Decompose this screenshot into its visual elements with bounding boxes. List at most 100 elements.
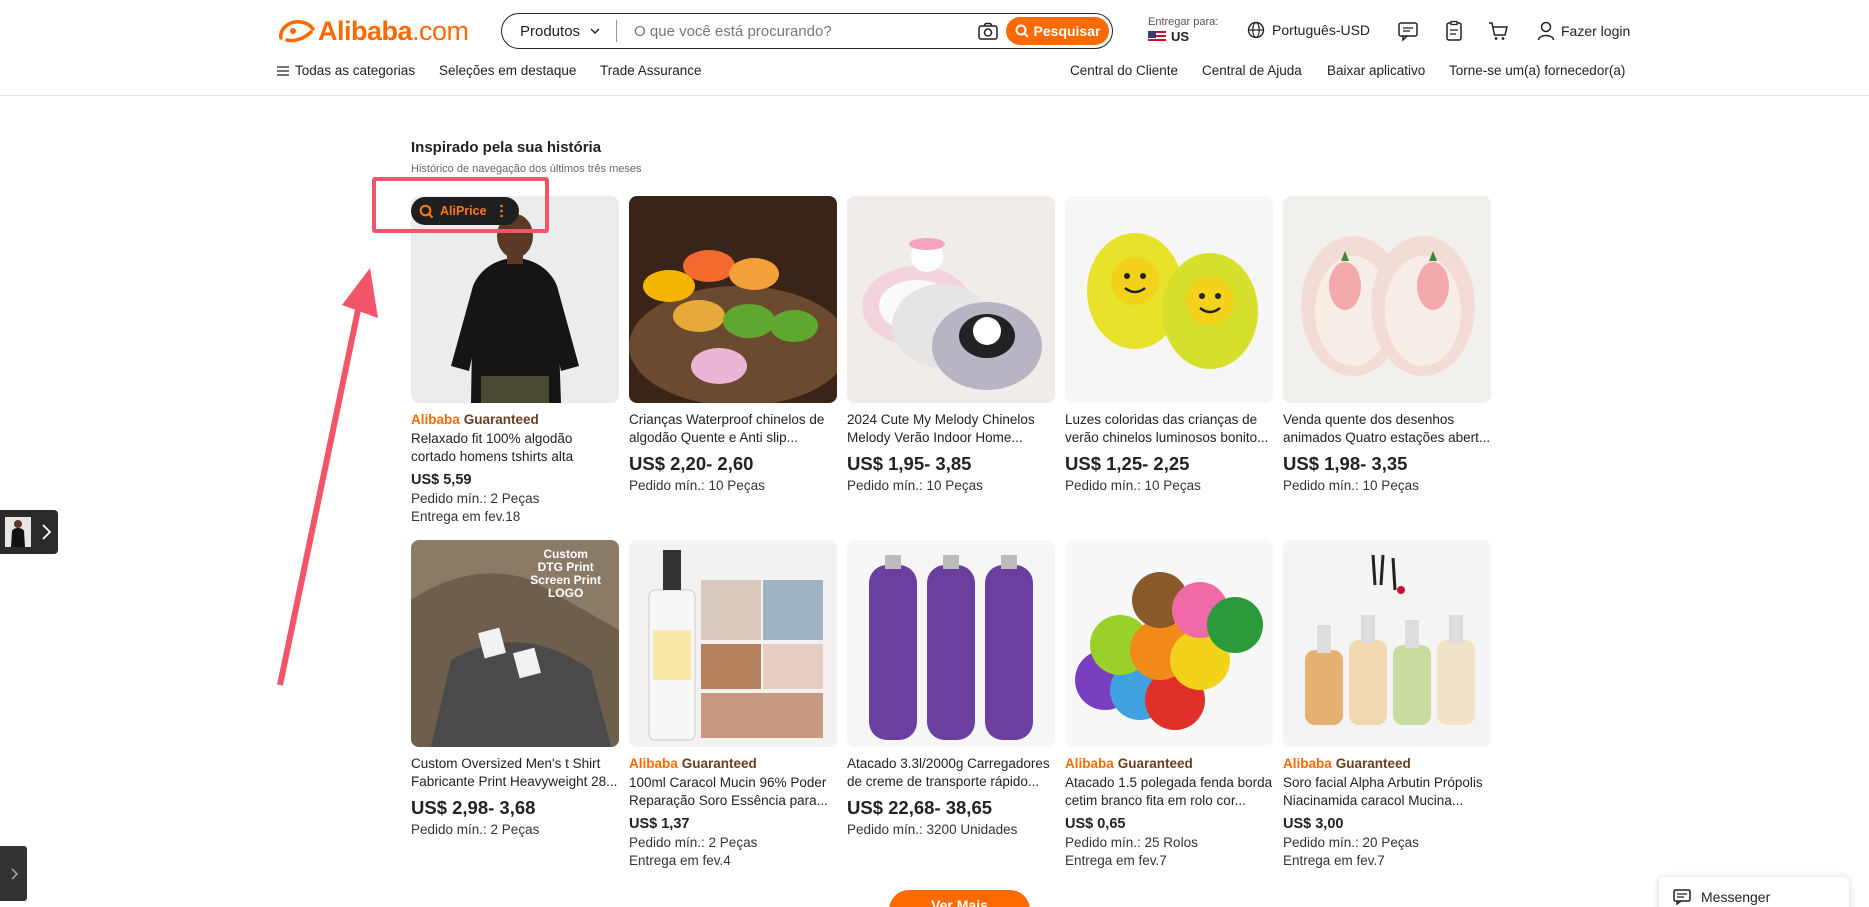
product-title[interactable]: Atacado 1.5 polegada fenda borda cetim b… — [1065, 774, 1273, 810]
product-title[interactable]: Custom Oversized Men's t Shirt Fabricant… — [411, 755, 619, 791]
nav-download-app[interactable]: Baixar aplicativo — [1327, 63, 1425, 78]
product-delivery: Entrega em fev.7 — [1065, 853, 1167, 868]
product-card[interactable]: Luzes coloridas das crianças de verão ch… — [1065, 196, 1273, 493]
product-price: US$ 22,68- 38,65 — [847, 797, 993, 818]
product-title[interactable]: Venda quente dos desenhos animados Quatr… — [1283, 411, 1491, 447]
product-title[interactable]: 2024 Cute My Melody Chinelos Melody Verã… — [847, 411, 1055, 447]
product-title[interactable]: Crianças Waterproof chinelos de algodão … — [629, 411, 837, 447]
login-link[interactable]: Fazer login — [1537, 21, 1630, 41]
view-more-button[interactable]: Ver Mais — [889, 890, 1030, 907]
sidebar-toggle[interactable] — [0, 846, 27, 901]
search-button-label: Pesquisar — [1033, 23, 1101, 39]
product-title[interactable]: 100ml Caracol Mucin 96% Poder Reparação … — [629, 774, 837, 810]
product-delivery: Entrega em fev.7 — [1283, 853, 1385, 868]
deliver-label: Entregar para: — [1148, 16, 1219, 28]
product-moq: Pedido mín.: 10 Peças — [629, 478, 765, 493]
language-selector[interactable]: Português-USD — [1247, 21, 1370, 39]
product-moq: Pedido mín.: 3200 Unidades — [847, 822, 1018, 837]
product-image[interactable] — [629, 540, 837, 747]
language-label: Português-USD — [1272, 22, 1371, 38]
alibaba-logo[interactable]: Alibaba.com — [277, 14, 469, 48]
product-moq: Pedido mín.: 2 Peças — [629, 835, 758, 850]
product-image[interactable]: Custom DTG Print Screen Print LOGO — [411, 540, 619, 747]
nav-become-supplier[interactable]: Torne-se um(a) fornecedor(a) — [1449, 63, 1625, 78]
product-card[interactable]: 2024 Cute My Melody Chinelos Melody Verã… — [847, 196, 1055, 493]
recent-viewed-widget[interactable] — [0, 510, 58, 554]
badge-brand: Alibaba — [1283, 756, 1332, 771]
product-card[interactable]: Venda quente dos desenhos animados Quatr… — [1283, 196, 1491, 493]
deliver-to[interactable]: Entregar para: US — [1148, 15, 1218, 44]
annotation-arrow — [277, 268, 378, 686]
camera-icon[interactable] — [977, 21, 999, 41]
guaranteed-badge: Alibaba Guaranteed — [1283, 755, 1491, 772]
product-image[interactable] — [1283, 196, 1491, 403]
product-image[interactable] — [1065, 540, 1273, 747]
search-icon — [1015, 24, 1029, 38]
badge-brand: Alibaba — [1065, 756, 1114, 771]
product-image[interactable] — [629, 196, 837, 403]
nav-help-center[interactable]: Central de Ajuda — [1202, 63, 1302, 78]
nav-all-categories[interactable]: Todas as categorias — [277, 63, 415, 78]
product-moq: Pedido mín.: 20 Peças — [1283, 835, 1419, 850]
product-card[interactable]: Alibaba Guaranteed 100ml Caracol Mucin 96… — [629, 540, 837, 868]
product-image[interactable] — [847, 540, 1055, 747]
nav-customer-center[interactable]: Central do Cliente — [1070, 63, 1178, 78]
section-subtitle: Histórico de navegação dos últimos três … — [411, 163, 642, 175]
product-price: US$ 1,98- 3,35 — [1283, 453, 1408, 474]
product-image[interactable] — [1065, 196, 1273, 403]
product-image-overlay: Custom DTG Print Screen Print LOGO — [530, 547, 601, 600]
search-category-label: Produtos — [520, 22, 581, 40]
product-card[interactable]: Custom DTG Print Screen Print LOGO Custom O… — [411, 540, 619, 837]
nav-featured-selections[interactable]: Seleções em destaque — [439, 63, 576, 78]
product-price: US$ 1,37 — [629, 816, 690, 832]
badge-guaranteed: Guaranteed — [463, 412, 539, 427]
search-bar: Produtos Pesquisar — [501, 13, 1113, 49]
product-image[interactable] — [1283, 540, 1491, 747]
chat-icon — [1673, 889, 1691, 905]
search-category-dropdown[interactable]: Produtos — [502, 20, 618, 42]
orders-icon[interactable] — [1443, 20, 1465, 42]
guaranteed-badge: Alibaba Guaranteed — [411, 411, 619, 428]
search-button[interactable]: Pesquisar — [1006, 17, 1109, 45]
badge-guaranteed: Guaranteed — [1335, 756, 1411, 771]
guaranteed-badge: Alibaba Guaranteed — [629, 755, 837, 772]
alibaba-logo-icon — [279, 20, 315, 43]
logo-text: Alibaba.com — [318, 15, 469, 46]
nav-label: Todas as categorias — [295, 63, 416, 78]
highlight-box — [372, 177, 549, 233]
product-price: US$ 0,65 — [1065, 816, 1126, 832]
messenger-label: Messenger — [1701, 889, 1771, 905]
message-icon[interactable] — [1397, 20, 1419, 42]
product-price: US$ 2,20- 2,60 — [629, 453, 754, 474]
product-title[interactable]: Atacado 3.3l/2000g Carregadores de creme… — [847, 755, 1055, 791]
section-title: Inspirado pela sua história — [411, 139, 602, 156]
us-flag-icon — [1148, 31, 1166, 43]
badge-guaranteed: Guaranteed — [681, 756, 757, 771]
product-card[interactable]: Alibaba Guaranteed Relaxado fit 100% algo… — [411, 196, 619, 524]
menu-icon — [277, 65, 289, 76]
product-image[interactable] — [847, 196, 1055, 403]
product-title[interactable]: Luzes coloridas das crianças de verão ch… — [1065, 411, 1273, 447]
guaranteed-badge: Alibaba Guaranteed — [1065, 755, 1273, 772]
product-card[interactable]: Alibaba Guaranteed Atacado 1.5 polegada f… — [1065, 540, 1273, 868]
header: Alibaba.com Produtos Pesquisar Entregar … — [0, 0, 1869, 96]
product-title[interactable]: Relaxado fit 100% algodão cortado homens… — [411, 430, 619, 466]
chevron-right-icon — [42, 524, 52, 540]
search-input[interactable] — [634, 22, 965, 40]
product-moq: Pedido mín.: 10 Peças — [847, 478, 983, 493]
deliver-country: US — [1171, 29, 1190, 44]
recent-product-thumbnail — [5, 517, 31, 547]
product-title[interactable]: Soro facial Alpha Arbutin Própolis Niaci… — [1283, 774, 1491, 810]
cart-icon[interactable] — [1487, 20, 1509, 42]
product-card[interactable]: Atacado 3.3l/2000g Carregadores de creme… — [847, 540, 1055, 837]
product-card[interactable]: Alibaba Guaranteed Soro facial Alpha Arbu… — [1283, 540, 1491, 868]
user-icon — [1537, 21, 1555, 41]
product-moq: Pedido mín.: 10 Peças — [1065, 478, 1201, 493]
product-moq: Pedido mín.: 25 Rolos — [1065, 835, 1198, 850]
product-price: US$ 1,95- 3,85 — [847, 453, 972, 474]
product-moq: Pedido mín.: 2 Peças — [411, 822, 540, 837]
product-card[interactable]: Crianças Waterproof chinelos de algodão … — [629, 196, 837, 493]
messenger-widget[interactable]: Messenger — [1659, 877, 1849, 907]
product-delivery: Entrega em fev.18 — [411, 509, 521, 524]
nav-trade-assurance[interactable]: Trade Assurance — [600, 63, 702, 78]
